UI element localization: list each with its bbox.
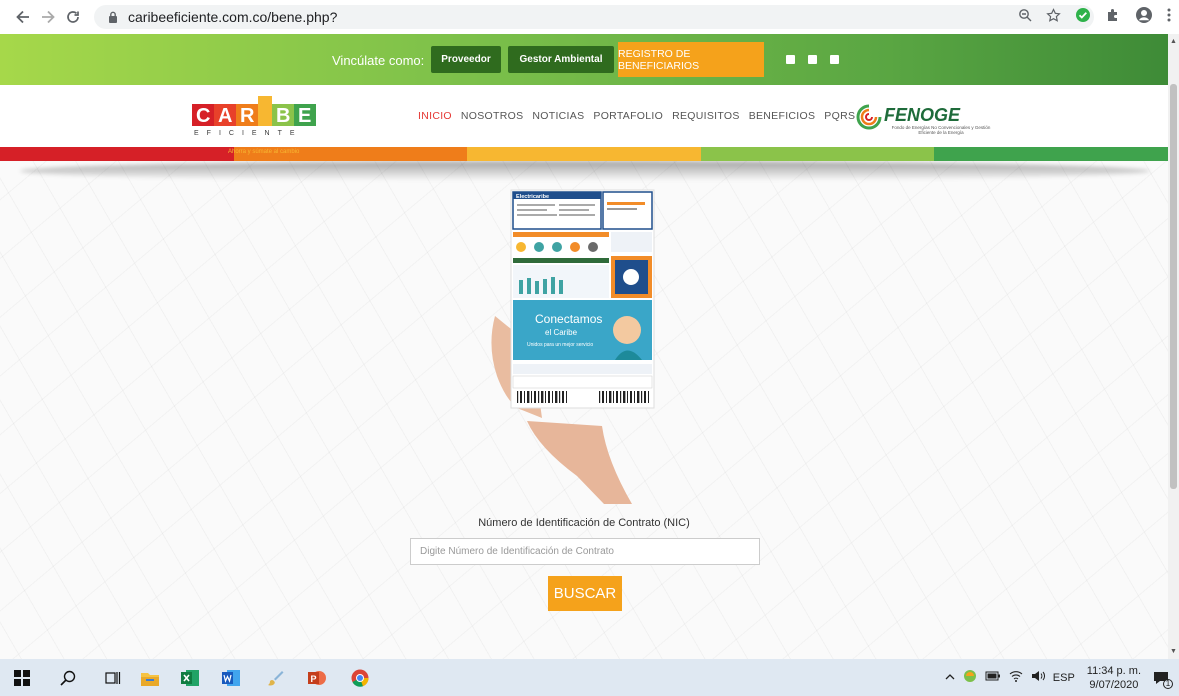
svg-text:P: P [311, 674, 317, 684]
youtube-icon[interactable] [808, 55, 817, 64]
wifi-icon[interactable] [1009, 670, 1023, 685]
band-yellow [467, 147, 701, 161]
search-icon[interactable] [58, 668, 78, 688]
puzzle-icon[interactable] [1105, 7, 1121, 27]
chrome-icon[interactable] [350, 668, 370, 688]
site-header: C A R B E EFICIENTE INICIO NOSOTROS NOTI… [0, 85, 1168, 147]
nic-input[interactable] [410, 538, 760, 565]
fenoge-swirl-icon [856, 104, 882, 130]
svg-text:C: C [196, 105, 210, 127]
fenoge-subtitle: Fondo de Energías No Convencionales y Ge… [891, 125, 991, 135]
chevron-up-icon[interactable] [945, 672, 955, 684]
bill-banner: Conectamos [535, 312, 602, 326]
scroll-up-icon[interactable]: ▲ [1168, 34, 1179, 49]
svg-text:R: R [240, 105, 255, 127]
windows-taskbar: P ESP 11:34 p. m. 9/07/2020 1 [0, 659, 1179, 696]
task-view-icon[interactable] [103, 668, 123, 688]
color-band: Ahorra y súmate al cambio [0, 147, 1168, 161]
extension-check-icon[interactable] [1075, 7, 1091, 27]
word-icon[interactable] [221, 668, 241, 688]
profile-icon[interactable] [1135, 6, 1153, 28]
language-indicator[interactable]: ESP [1053, 672, 1075, 684]
main-menu: INICIO NOSOTROS NOTICIAS PORTAFOLIO REQU… [418, 110, 855, 122]
svg-text:A: A [218, 105, 232, 127]
bill-banner-2: el Caribe [545, 328, 578, 337]
vinculate-label: Vincúlate como: [332, 53, 425, 68]
svg-text:EFICIENTE: EFICIENTE [194, 130, 303, 137]
reload-icon[interactable] [62, 6, 84, 28]
volume-icon[interactable] [1031, 670, 1045, 685]
battery-icon[interactable] [985, 671, 1001, 684]
bill-banner-3: Unidos para un mejor servicio [527, 342, 593, 348]
address-bar[interactable]: caribeeficiente.com.co/bene.php? [94, 5, 1094, 29]
nic-label: Número de Identificación de Contrato (NI… [478, 517, 690, 529]
forward-icon[interactable] [37, 6, 59, 28]
menu-item-inicio[interactable]: INICIO [418, 110, 452, 122]
browser-toolbar: caribeeficiente.com.co/bene.php? [0, 0, 1179, 34]
clock-date: 9/07/2020 [1089, 678, 1139, 691]
url-text: caribeeficiente.com.co/bene.php? [128, 9, 338, 25]
windows-start-icon[interactable] [12, 668, 32, 688]
svg-text:B: B [276, 105, 290, 127]
system-tray: ESP 11:34 p. m. 9/07/2020 1 [945, 659, 1179, 696]
tray-app-icon[interactable] [963, 669, 977, 686]
site-topbar: Vincúlate como: Proveedor Gestor Ambient… [0, 34, 1168, 85]
lock-icon [108, 11, 118, 23]
bill-hand-illustration: Electricaribe Conectamos el Caribe Unido… [487, 186, 667, 506]
logo-tagline: Ahorra y súmate al cambio [228, 149, 300, 155]
main-content: Electricaribe Conectamos el Caribe Unido… [0, 161, 1168, 659]
scroll-down-icon[interactable]: ▼ [1168, 644, 1179, 659]
menu-item-requisitos[interactable]: REQUISITOS [672, 110, 740, 122]
instagram-icon[interactable] [786, 55, 795, 64]
menu-item-pqrs[interactable]: PQRS [824, 110, 855, 122]
star-icon[interactable] [1046, 7, 1061, 27]
page-scrollbar[interactable]: ▲ ▼ [1168, 34, 1179, 659]
clock-time: 11:34 p. m. [1086, 664, 1141, 677]
facebook-icon[interactable] [830, 55, 839, 64]
menu-dots-icon[interactable] [1167, 8, 1171, 26]
bill-brand: Electricaribe [516, 194, 549, 200]
zoom-icon[interactable] [1018, 8, 1032, 26]
notifications-icon[interactable]: 1 [1153, 670, 1173, 689]
proveedor-button[interactable]: Proveedor [431, 46, 501, 73]
menu-item-portafolio[interactable]: PORTAFOLIO [593, 110, 663, 122]
fenoge-wordmark: FENOGE [884, 105, 961, 125]
caribe-eficiente-logo[interactable]: C A R B E EFICIENTE [192, 93, 322, 141]
gestor-ambiental-button[interactable]: Gestor Ambiental [508, 46, 614, 73]
excel-icon[interactable] [180, 668, 200, 688]
menu-item-nosotros[interactable]: NOSOTROS [461, 110, 524, 122]
band-green [934, 147, 1168, 161]
menu-item-beneficios[interactable]: BENEFICIOS [749, 110, 816, 122]
file-explorer-icon[interactable] [140, 668, 160, 688]
svg-text:E: E [298, 105, 311, 127]
back-icon[interactable] [12, 6, 34, 28]
band-red: Ahorra y súmate al cambio [0, 147, 299, 161]
menu-item-noticias[interactable]: NOTICIAS [532, 110, 584, 122]
buscar-button[interactable]: BUSCAR [548, 576, 622, 611]
registro-beneficiarios-button[interactable]: REGISTRO DE BENEFICIARIOS [618, 42, 764, 77]
notification-count: 1 [1163, 678, 1173, 689]
paint-icon[interactable] [266, 668, 286, 688]
band-lightgreen [700, 147, 935, 161]
scrollbar-thumb[interactable] [1170, 84, 1177, 489]
powerpoint-icon[interactable]: P [307, 668, 327, 688]
clock[interactable]: 11:34 p. m. 9/07/2020 [1087, 664, 1141, 692]
